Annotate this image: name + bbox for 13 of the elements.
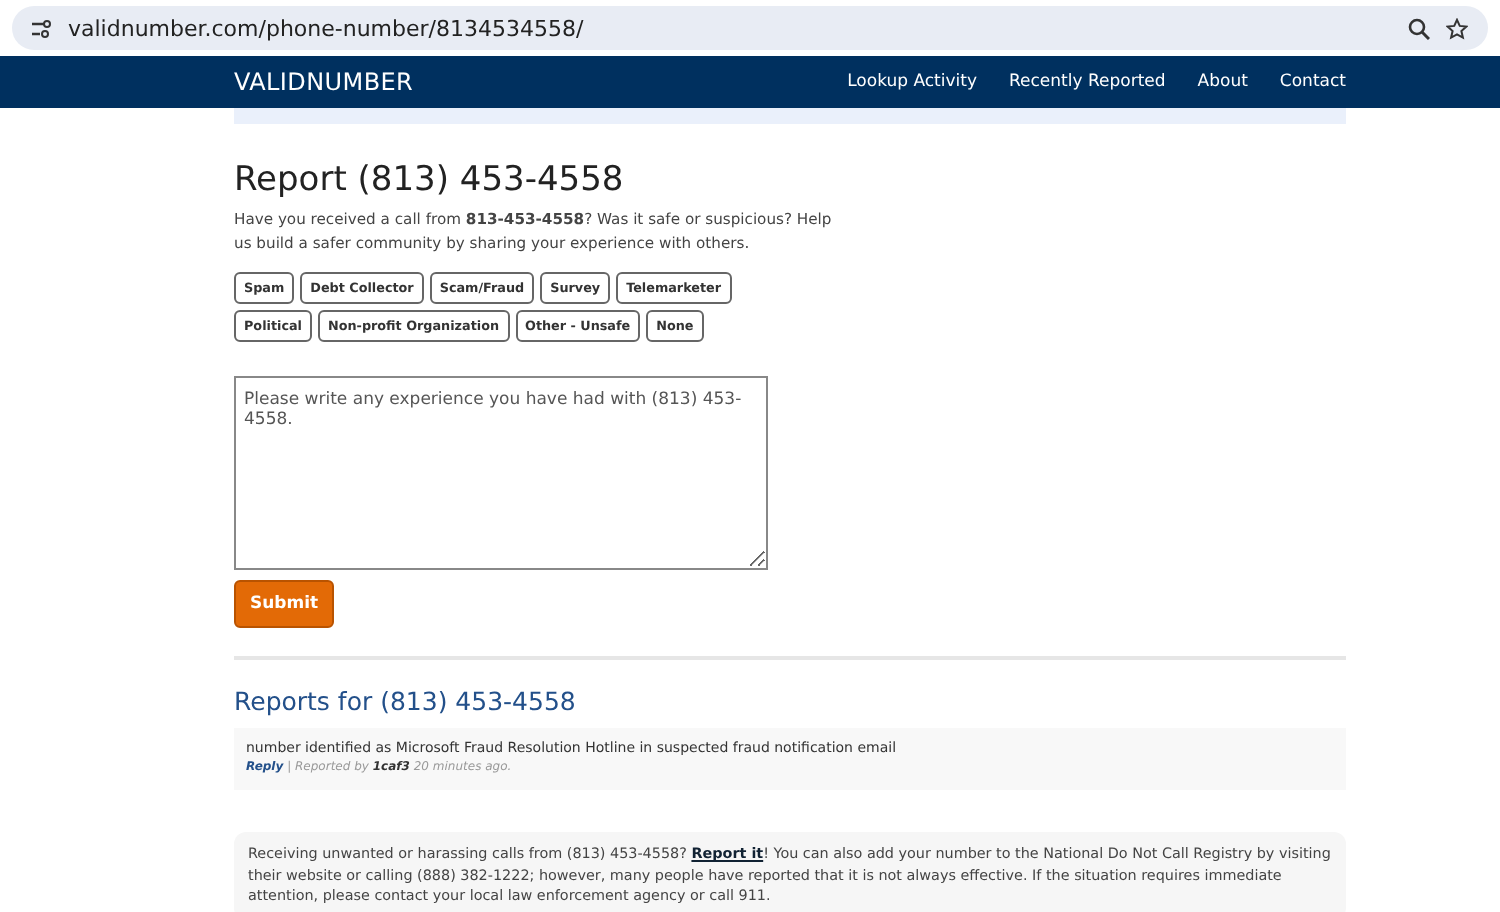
nav-link[interactable]: Lookup Activity <box>847 72 977 92</box>
nav-link[interactable]: Contact <box>1279 72 1346 92</box>
zoom-icon[interactable] <box>1408 17 1430 39</box>
experience-field[interactable]: Please write any experience you have had with (813) 453-4558. <box>234 376 768 570</box>
nav-link[interactable]: Recently Reported <box>1009 72 1166 92</box>
address-bar[interactable]: validnumber.com/phone-number/8134534558/ <box>12 6 1488 50</box>
nav-link[interactable]: About <box>1197 72 1248 92</box>
url-text: validnumber.com/phone-number/8134534558/ <box>68 15 586 41</box>
page-title: Report (813) 453-4558 <box>234 160 626 200</box>
reports-title: Reports for (813) 453-4558 <box>234 686 578 716</box>
logo[interactable]: VALIDNUMBER <box>234 68 816 96</box>
site-settings-icon[interactable] <box>32 19 52 37</box>
star-icon[interactable] <box>1446 17 1468 39</box>
